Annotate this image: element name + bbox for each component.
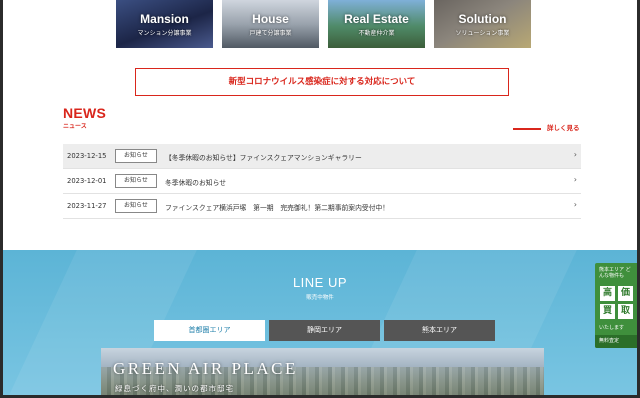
lineup-section: LINE UP 販売中物件 首都圏エリア 静岡エリア 熊本エリア GREEN A… [3, 250, 637, 395]
tile-subtitle: 不動産仲介業 [358, 30, 395, 37]
page-frame: Mansion マンション分譲事業 House 戸建て分譲事業 Real Est… [3, 0, 637, 395]
banner-char: 価 [618, 286, 633, 301]
news-category-badge: お知らせ [115, 199, 157, 213]
tile-title: Mansion [140, 12, 189, 26]
tab-kumamoto[interactable]: 熊本エリア [384, 320, 495, 341]
tile-subtitle: マンション分譲事業 [137, 30, 192, 37]
banner-footer: 無料査定 [595, 335, 637, 348]
banner-char: 高 [600, 286, 615, 301]
tile-subtitle: 戸建て分譲事業 [249, 30, 292, 37]
property-hero-banner[interactable]: GREEN AIR PLACE 緑息づく府中、潤いの都市邸宅 [101, 348, 544, 395]
news-category-badge: お知らせ [115, 174, 157, 188]
news-title-text: 冬季休暇のお知らせ [165, 179, 227, 187]
property-name: GREEN AIR PLACE [113, 359, 298, 378]
lineup-subtitle: 販売中物件 [306, 295, 334, 301]
banner-top-text: 熊本エリア どんな物件も [599, 267, 631, 279]
tab-shizuoka[interactable]: 静岡エリア [269, 320, 380, 341]
news-date: 2023-11-27 [67, 202, 107, 210]
news-title-text: 【冬季休暇のお知らせ】ファインスクェアマンションギャラリー [165, 154, 362, 162]
tile-solution[interactable]: Solution ソリューション事業 [434, 0, 531, 48]
tab-shutoken[interactable]: 首都圏エリア [154, 320, 265, 341]
tile-title: House [252, 12, 289, 26]
news-title: NEWS [63, 105, 107, 121]
property-tagline: 緑息づく府中、潤いの都市邸宅 [115, 384, 234, 393]
tile-title: Real Estate [344, 12, 409, 26]
banner-bottom-text: いたします [599, 325, 625, 331]
area-tabs: 首都圏エリア 静岡エリア 熊本エリア [154, 320, 496, 341]
news-category-badge: お知らせ [115, 149, 157, 163]
more-link-label: 詳しく見る [547, 124, 580, 132]
tile-mansion[interactable]: Mansion マンション分譲事業 [116, 0, 213, 48]
news-title-text: ファインスクェア横浜戸塚 第一期 完売御礼！第二期事前案内受付中！ [165, 204, 390, 212]
kumamoto-buyback-banner[interactable]: 熊本エリア どんな物件も 高 価 買 取 いたします 無料査定 [595, 263, 637, 348]
service-tiles: Mansion マンション分譲事業 House 戸建て分譲事業 Real Est… [113, 0, 533, 50]
lineup-title: LINE UP [292, 275, 348, 290]
covid-notice-link[interactable]: 新型コロナウイルス感染症に対する対応について [135, 68, 509, 96]
chevron-right-icon: › [573, 175, 577, 184]
news-more-link[interactable]: 詳しく見る [513, 122, 583, 132]
news-heading: NEWS ニュース [63, 106, 106, 130]
tile-title: Solution [458, 12, 507, 26]
news-date: 2023-12-15 [67, 152, 107, 160]
news-item[interactable]: 2023-11-27 お知らせ ファインスクェア横浜戸塚 第一期 完売御礼！第二… [63, 194, 581, 219]
tile-subtitle: ソリューション事業 [455, 30, 510, 37]
chevron-right-icon: › [573, 200, 577, 209]
banner-char: 買 [600, 304, 615, 319]
news-item[interactable]: 2023-12-15 お知らせ 【冬季休暇のお知らせ】ファインスクェアマンション… [63, 144, 581, 169]
tile-real-estate[interactable]: Real Estate 不動産仲介業 [328, 0, 425, 48]
news-date: 2023-12-01 [67, 177, 107, 185]
chevron-right-icon: › [573, 150, 577, 159]
banner-char-grid: 高 価 買 取 [600, 286, 634, 320]
more-line-decoration [513, 128, 541, 130]
news-subtitle: ニュース [63, 123, 87, 130]
tile-house[interactable]: House 戸建て分譲事業 [222, 0, 319, 48]
banner-char: 取 [618, 304, 633, 319]
news-item[interactable]: 2023-12-01 お知らせ 冬季休暇のお知らせ › [63, 169, 581, 194]
news-list: 2023-12-15 お知らせ 【冬季休暇のお知らせ】ファインスクェアマンション… [63, 144, 581, 219]
